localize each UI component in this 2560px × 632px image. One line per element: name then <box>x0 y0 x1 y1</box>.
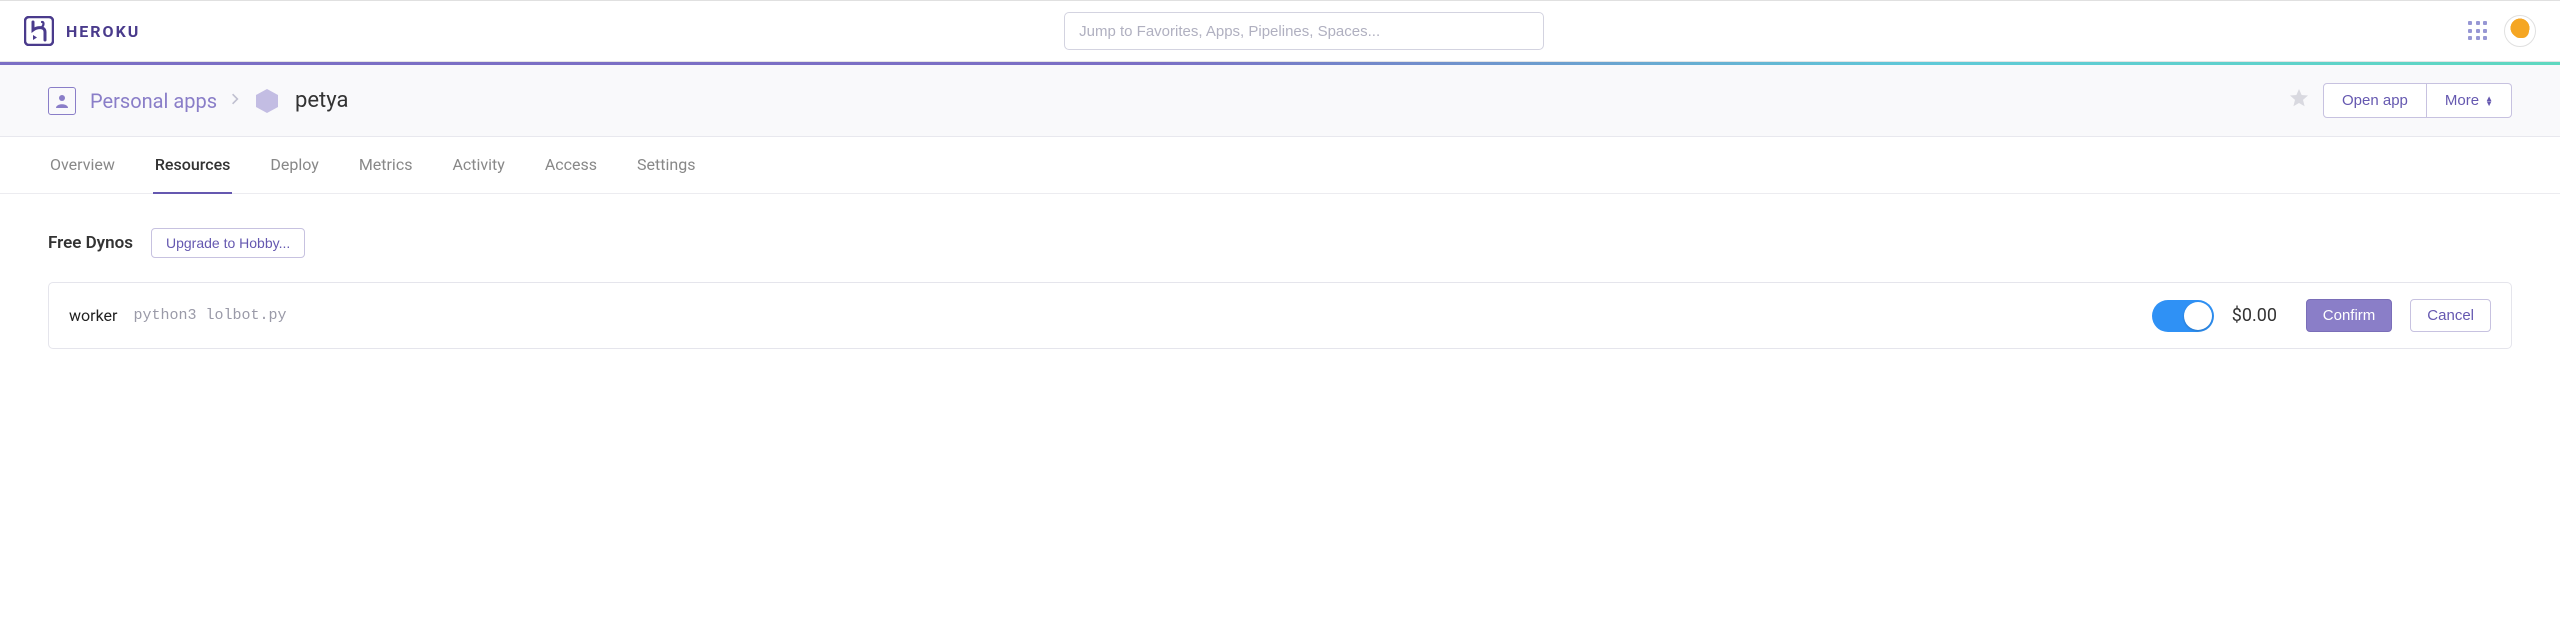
brand-name: HEROKU <box>66 22 140 41</box>
breadcrumb-root[interactable]: Personal apps <box>90 89 217 113</box>
toggle-knob <box>2184 302 2212 330</box>
dyno-left: worker python3 lolbot.py <box>69 306 2152 325</box>
breadcrumb: Personal apps petya <box>48 87 348 115</box>
app-action-group: Open app More ▲▼ <box>2323 83 2512 118</box>
content: Free Dynos Upgrade to Hobby... worker py… <box>0 194 2560 383</box>
hexagon-icon <box>253 87 281 115</box>
dyno-right: $0.00 Confirm Cancel <box>2152 299 2491 332</box>
tab-activity[interactable]: Activity <box>450 137 506 194</box>
breadcrumb-actions: Open app More ▲▼ <box>2289 83 2512 118</box>
dynos-section-title: Free Dynos <box>48 233 133 253</box>
search-input[interactable] <box>1064 12 1544 50</box>
breadcrumb-app-name: petya <box>295 88 348 113</box>
tab-deploy[interactable]: Deploy <box>268 137 320 194</box>
search-wrap <box>140 12 2468 50</box>
topbar: HEROKU <box>0 0 2560 62</box>
up-down-icon: ▲▼ <box>2485 96 2493 106</box>
personal-icon[interactable] <box>48 87 76 115</box>
breadcrumb-row: Personal apps petya Open app More ▲▼ <box>0 65 2560 137</box>
tab-access[interactable]: Access <box>543 137 599 194</box>
dyno-command: python3 lolbot.py <box>133 307 286 324</box>
dyno-row: worker python3 lolbot.py $0.00 Confirm C… <box>48 282 2512 349</box>
confirm-button[interactable]: Confirm <box>2306 299 2393 332</box>
dynos-section-header: Free Dynos Upgrade to Hobby... <box>48 228 2512 258</box>
topbar-right <box>2468 15 2536 47</box>
tab-metrics[interactable]: Metrics <box>357 137 415 194</box>
chevron-right-icon <box>231 92 239 110</box>
apps-grid-icon[interactable] <box>2468 21 2488 41</box>
heroku-logo-icon <box>24 16 54 46</box>
more-label: More <box>2445 92 2479 109</box>
dyno-name: worker <box>69 306 117 325</box>
star-icon[interactable] <box>2289 88 2309 113</box>
open-app-button[interactable]: Open app <box>2323 83 2427 118</box>
tab-settings[interactable]: Settings <box>635 137 697 194</box>
upgrade-button[interactable]: Upgrade to Hobby... <box>151 228 305 258</box>
cancel-button[interactable]: Cancel <box>2410 299 2491 332</box>
tab-overview[interactable]: Overview <box>48 137 117 194</box>
logo[interactable]: HEROKU <box>24 16 140 46</box>
dyno-price: $0.00 <box>2232 305 2288 326</box>
tab-resources[interactable]: Resources <box>153 137 233 194</box>
avatar[interactable] <box>2504 15 2536 47</box>
tabs: Overview Resources Deploy Metrics Activity Ac… <box>0 137 2560 194</box>
more-button[interactable]: More ▲▼ <box>2427 83 2512 118</box>
dyno-toggle[interactable] <box>2152 300 2214 332</box>
